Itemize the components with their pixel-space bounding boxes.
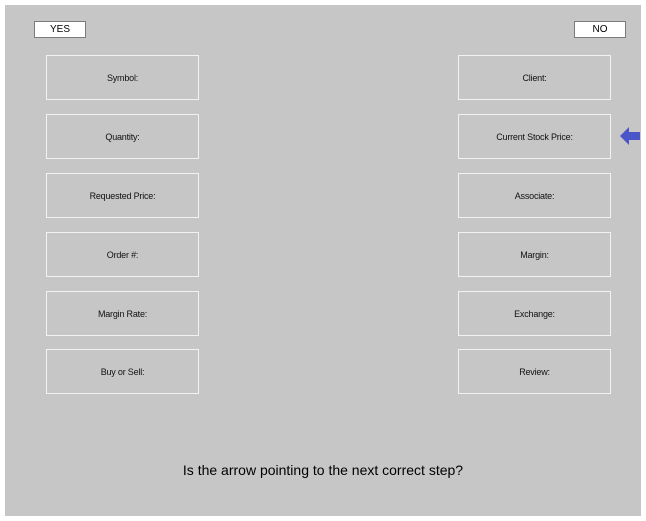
field-buy-or-sell: Buy or Sell:	[46, 349, 199, 394]
field-symbol: Symbol:	[46, 55, 199, 100]
field-margin: Margin:	[458, 232, 611, 277]
field-associate: Associate:	[458, 173, 611, 218]
field-quantity: Quantity:	[46, 114, 199, 159]
field-exchange: Exchange:	[458, 291, 611, 336]
left-arrow-icon	[620, 127, 640, 145]
field-current-stock-price: Current Stock Price:	[458, 114, 611, 159]
field-order-number: Order #:	[46, 232, 199, 277]
field-client: Client:	[458, 55, 611, 100]
field-requested-price: Requested Price:	[46, 173, 199, 218]
field-review: Review:	[458, 349, 611, 394]
field-margin-rate: Margin Rate:	[46, 291, 199, 336]
question-prompt: Is the arrow pointing to the next correc…	[182, 462, 464, 478]
task-panel: YES NO Symbol: Quantity: Requested Price…	[5, 5, 641, 516]
yes-button[interactable]: YES	[34, 21, 86, 38]
no-button[interactable]: NO	[574, 21, 626, 38]
